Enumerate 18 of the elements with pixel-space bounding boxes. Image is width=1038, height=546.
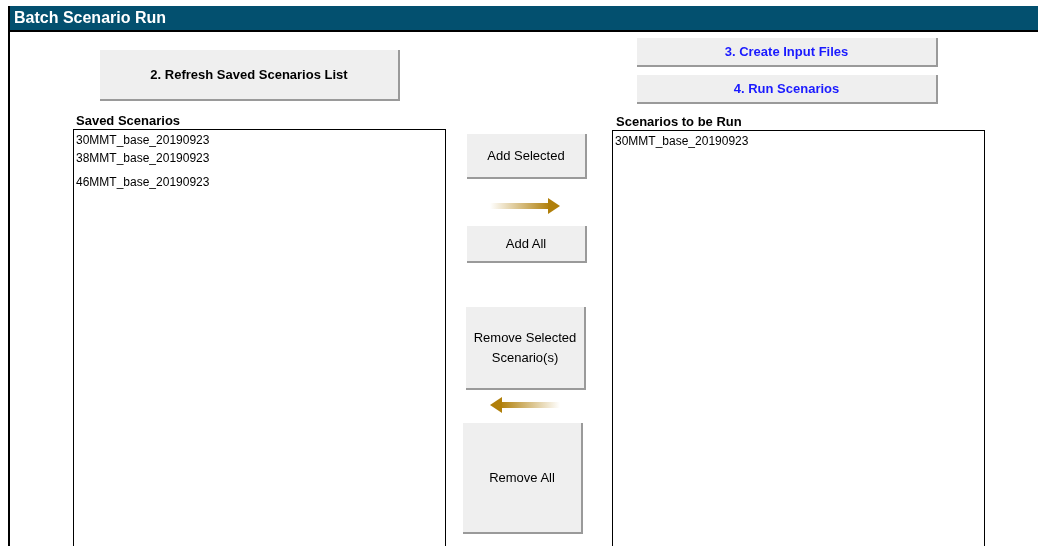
transfer-button[interactable]: Add Selected [467,134,587,179]
step-button[interactable]: 3. Create Input Files [637,38,938,67]
list-label: Saved Scenarios [76,113,182,129]
transfer-button[interactable]: Add All [467,226,587,263]
step-button[interactable]: 4. Run Scenarios [637,75,938,104]
right-arrow-icon [490,198,560,214]
transfer-button[interactable]: Remove All [463,423,583,534]
saved-scenarios-list[interactable]: 30MMT_base_20190923 38MMT_base_20190923 46MMT_base_20190923 [73,129,446,546]
transfer-button[interactable]: Remove Selected Scenario(s) [466,307,586,390]
list-item[interactable]: 30MMT_base_20190923 [615,133,749,151]
refresh-button[interactable]: 2. Refresh Saved Scenarios List [100,50,400,101]
list-label: Scenarios to be Run [616,114,743,130]
window-title: Batch Scenario Run [10,6,1038,32]
left-arrow-icon [490,397,560,413]
list-item[interactable]: 30MMT_base_20190923 [76,132,210,150]
list-item[interactable]: 38MMT_base_20190923 [76,150,210,168]
scenarios-to-run-list[interactable]: 30MMT_base_20190923 [612,130,985,546]
list-item[interactable]: 46MMT_base_20190923 [76,174,210,192]
